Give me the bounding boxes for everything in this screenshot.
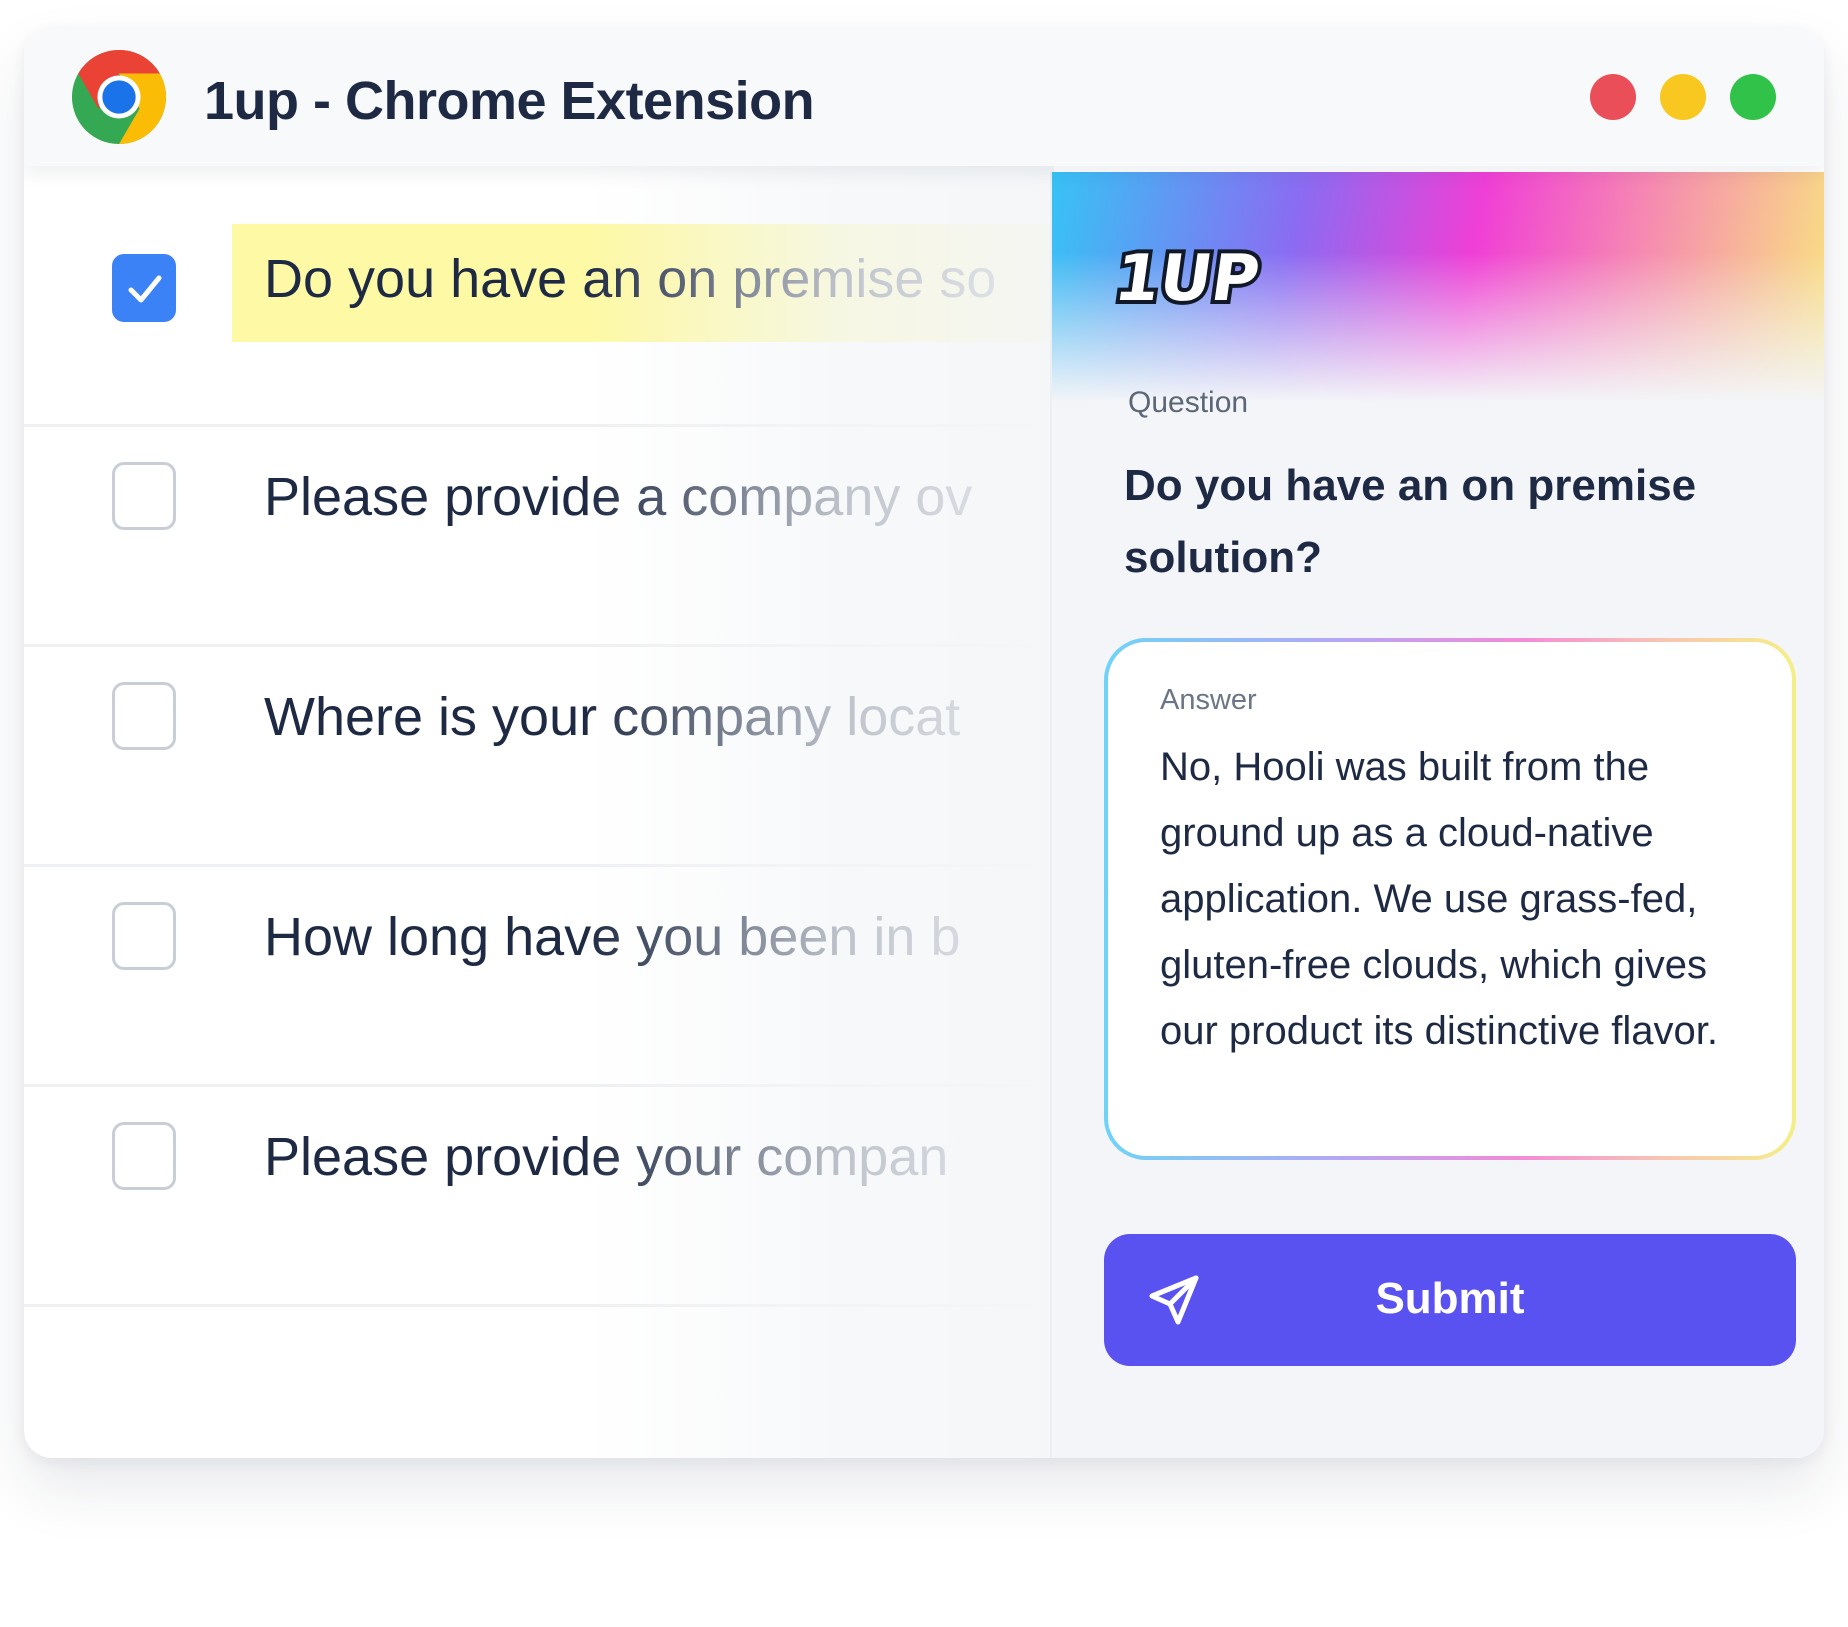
row-checkbox[interactable] [112, 254, 176, 322]
row-question-text: Please provide a company ov [264, 467, 973, 527]
row-checkbox[interactable] [112, 902, 176, 970]
submit-button[interactable]: Submit [1104, 1234, 1796, 1366]
question-list: Do you have an on premise so Please prov… [24, 166, 1052, 1458]
browser-window: 1up - Chrome Extension Do you have an on… [24, 28, 1824, 1458]
row-checkbox[interactable] [112, 1122, 176, 1190]
checkmark-icon [128, 275, 162, 303]
window-title: 1up - Chrome Extension [204, 71, 815, 131]
row-question-text: How long have you been in b [264, 907, 961, 967]
chrome-icon [71, 49, 167, 145]
row-question-text: Do you have an on premise so [264, 249, 997, 309]
answer-field[interactable]: Answer No, Hooli was built from the grou… [1104, 638, 1796, 1160]
1up-logo: 1UP [1106, 237, 1268, 318]
minimize-window-button[interactable] [1660, 74, 1706, 120]
svg-text:1UP: 1UP [1110, 241, 1264, 316]
question-text: Do you have an on premise solution? [1124, 461, 1697, 582]
submit-label: Submit [1375, 1274, 1525, 1323]
answer-label: Answer [1160, 684, 1257, 716]
question-label: Question [1128, 386, 1249, 419]
extension-panel: 1UP Question Do you have an on premise s… [1050, 172, 1824, 1458]
row-question-text: Please provide your compan [264, 1127, 949, 1187]
answer-field-inner[interactable]: Answer No, Hooli was built from the grou… [1108, 642, 1792, 1156]
list-item[interactable]: Please provide your compan [24, 1046, 1034, 1307]
row-checkbox[interactable] [112, 462, 176, 530]
maximize-window-button[interactable] [1730, 74, 1776, 120]
answer-text[interactable]: No, Hooli was built from the ground up a… [1160, 734, 1740, 1064]
row-question-text: Where is your company locat [264, 687, 961, 747]
close-window-button[interactable] [1590, 74, 1636, 120]
title-bar: 1up - Chrome Extension [24, 28, 1824, 166]
row-checkbox[interactable] [112, 682, 176, 750]
